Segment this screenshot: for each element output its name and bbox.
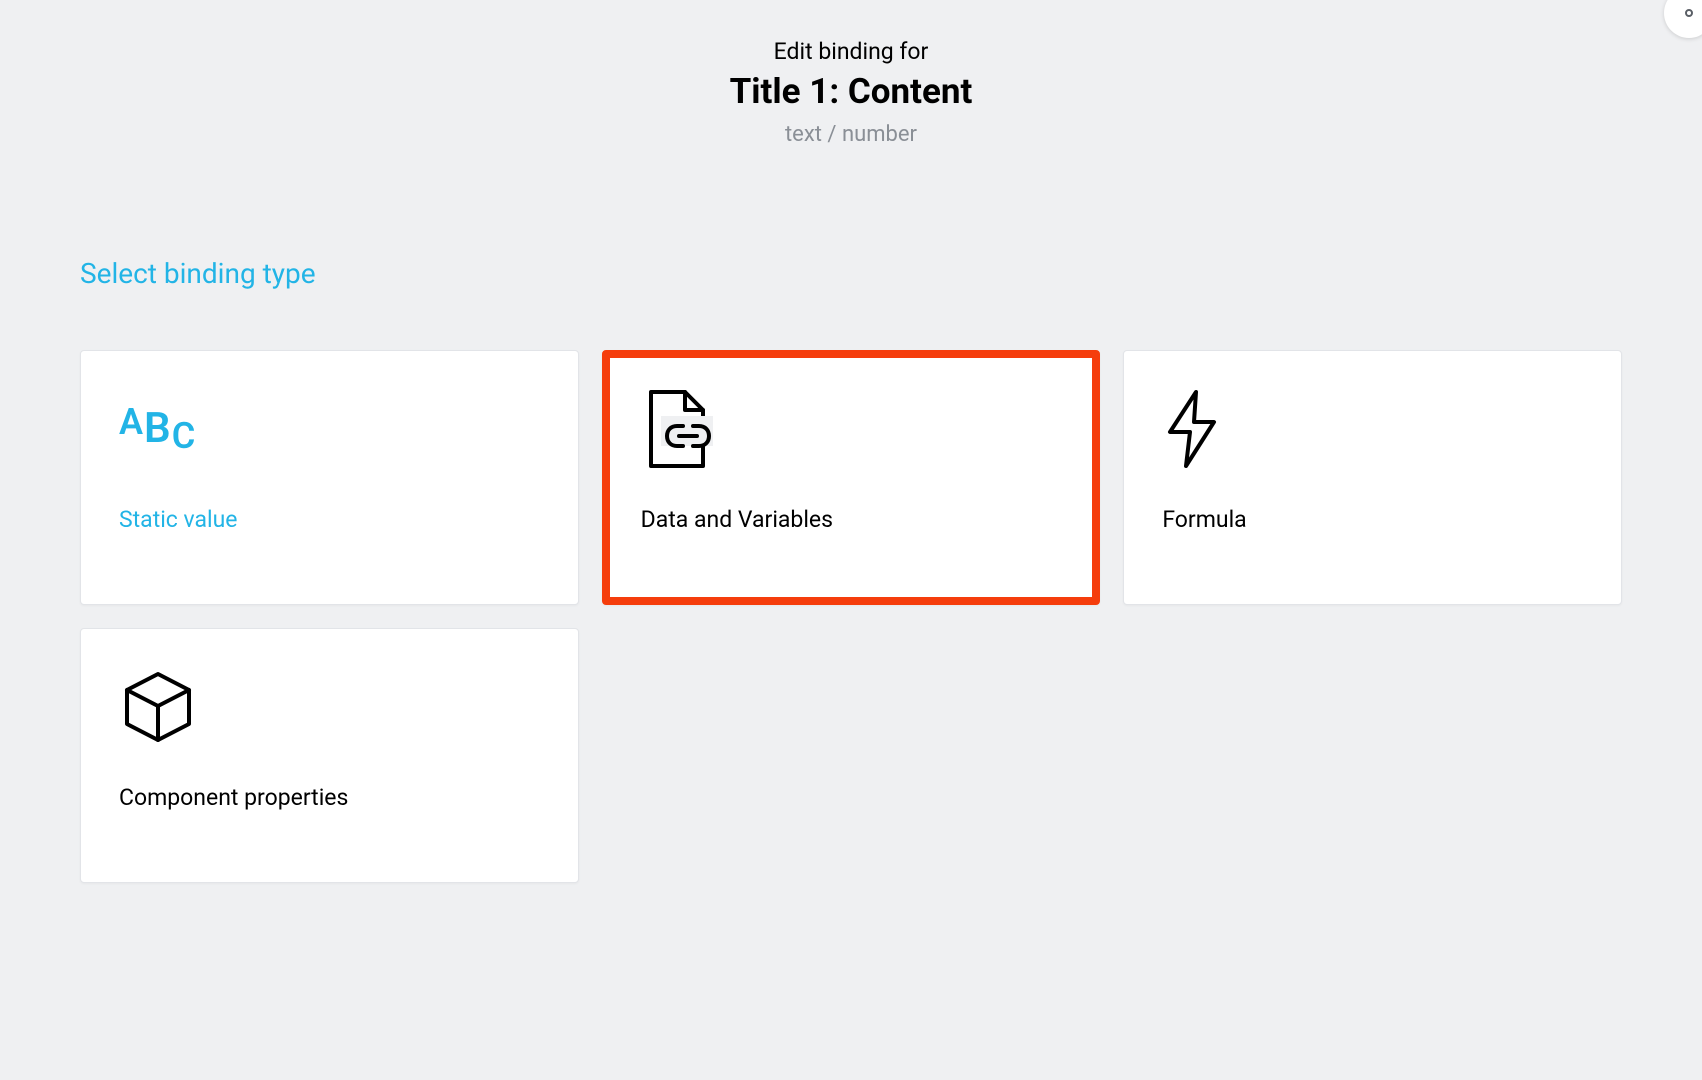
card-label: Component properties <box>119 784 540 811</box>
card-formula[interactable]: Formula <box>1123 350 1622 605</box>
card-label: Data and Variables <box>641 506 1062 533</box>
lightning-icon <box>1162 391 1583 466</box>
card-static-value[interactable]: ABC Static value <box>80 350 579 605</box>
card-label: Static value <box>119 506 540 533</box>
file-link-icon <box>641 391 1062 466</box>
section-label: Select binding type <box>80 257 1622 290</box>
card-data-and-variables[interactable]: Data and Variables <box>602 350 1101 605</box>
header-subtitle: text / number <box>80 122 1622 147</box>
header-title: Title 1: Content <box>80 71 1622 112</box>
card-label: Formula <box>1162 506 1583 533</box>
header-prefix: Edit binding for <box>80 38 1622 65</box>
binding-type-grid: ABC Static value Data and Variables <box>80 350 1622 883</box>
binding-editor: Edit binding for Title 1: Content text /… <box>0 0 1702 921</box>
card-component-properties[interactable]: Component properties <box>80 628 579 883</box>
header: Edit binding for Title 1: Content text /… <box>80 38 1622 147</box>
abc-icon: ABC <box>119 391 540 466</box>
cube-icon <box>119 669 540 744</box>
